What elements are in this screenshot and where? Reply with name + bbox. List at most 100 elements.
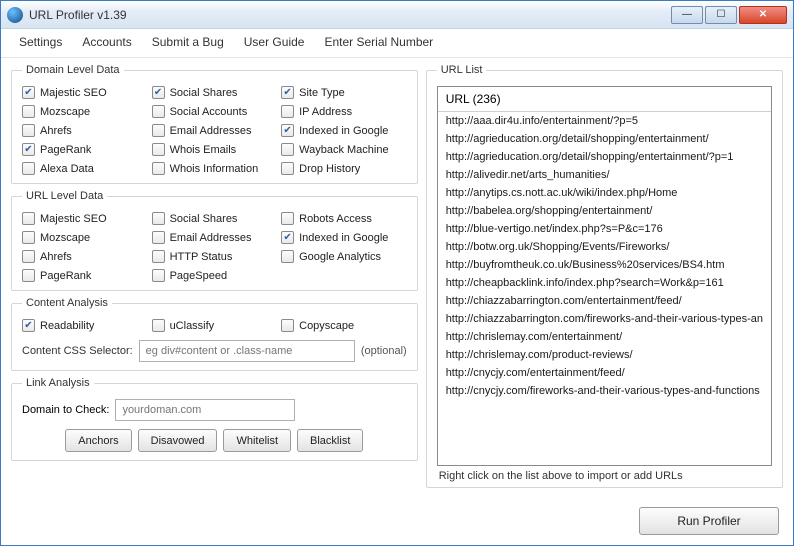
checkbox-label: Majestic SEO [40, 87, 107, 99]
checkbox-label: Social Accounts [170, 106, 248, 118]
url-check-indexed-in-google[interactable]: Indexed in Google [281, 231, 407, 244]
url-list-item[interactable]: http://agrieducation.org/detail/shopping… [438, 148, 771, 166]
url-list-item[interactable]: http://cheapbacklink.info/index.php?sear… [438, 274, 771, 292]
url-list-item[interactable]: http://aaa.dir4u.info/entertainment/?p=5 [438, 112, 771, 130]
url-check-ahrefs[interactable]: Ahrefs [22, 250, 148, 263]
domain-check-social-accounts[interactable]: Social Accounts [152, 105, 278, 118]
url-check-robots-access[interactable]: Robots Access [281, 212, 407, 225]
url-check-mozscape[interactable]: Mozscape [22, 231, 148, 244]
content-check-readability[interactable]: Readability [22, 319, 148, 332]
checkbox-label: Ahrefs [40, 125, 72, 137]
url-list-item[interactable]: http://chrislemay.com/product-reviews/ [438, 346, 771, 364]
checkbox-icon [281, 124, 294, 137]
checkbox-icon [152, 143, 165, 156]
content-analysis-group: Content Analysis Readability uClassify Cop… [11, 297, 418, 371]
content-check-copyscape[interactable]: Copyscape [281, 319, 407, 332]
checkbox-label: Robots Access [299, 213, 372, 225]
url-list-item[interactable]: http://buyfromtheuk.co.uk/Business%20ser… [438, 256, 771, 274]
domain-check-drop-history[interactable]: Drop History [281, 162, 407, 175]
link-analysis-legend: Link Analysis [22, 377, 94, 389]
domain-check-mozscape[interactable]: Mozscape [22, 105, 148, 118]
checkbox-label: PageSpeed [170, 270, 228, 282]
url-list-header[interactable]: URL (236) [438, 87, 771, 112]
domain-check-pagerank[interactable]: PageRank [22, 143, 148, 156]
domain-check-whois-emails[interactable]: Whois Emails [152, 143, 278, 156]
run-profiler-button[interactable]: Run Profiler [639, 507, 779, 535]
checkbox-icon [152, 162, 165, 175]
url-list-item[interactable]: http://cnycjy.com/fireworks-and-their-va… [438, 382, 771, 400]
content-analysis-legend: Content Analysis [22, 297, 112, 309]
checkbox-label: Email Addresses [170, 232, 252, 244]
disavowed-button[interactable]: Disavowed [138, 429, 218, 452]
checkbox-icon [22, 250, 35, 263]
domain-check-majestic-seo[interactable]: Majestic SEO [22, 86, 148, 99]
url-check-http-status[interactable]: HTTP Status [152, 250, 278, 263]
domain-check-ahrefs[interactable]: Ahrefs [22, 124, 148, 137]
minimize-button[interactable]: — [671, 6, 703, 24]
url-list-item[interactable]: http://botw.org.uk/Shopping/Events/Firew… [438, 238, 771, 256]
checkbox-icon [281, 319, 294, 332]
checkbox-label: PageRank [40, 144, 91, 156]
checkbox-label: Email Addresses [170, 125, 252, 137]
checkbox-label: HTTP Status [170, 251, 233, 263]
checkbox-label: Majestic SEO [40, 213, 107, 225]
domain-check-whois-information[interactable]: Whois Information [152, 162, 278, 175]
anchors-button[interactable]: Anchors [65, 429, 131, 452]
url-check-majestic-seo[interactable]: Majestic SEO [22, 212, 148, 225]
blacklist-button[interactable]: Blacklist [297, 429, 363, 452]
whitelist-button[interactable]: Whitelist [223, 429, 291, 452]
checkbox-label: Wayback Machine [299, 144, 388, 156]
url-check-email-addresses[interactable]: Email Addresses [152, 231, 278, 244]
url-list[interactable]: http://aaa.dir4u.info/entertainment/?p=5… [438, 112, 771, 465]
url-list-item[interactable]: http://alivedir.net/arts_humanities/ [438, 166, 771, 184]
url-list-item[interactable]: http://anytips.cs.nott.ac.uk/wiki/index.… [438, 184, 771, 202]
checkbox-icon [281, 105, 294, 118]
checkbox-label: Copyscape [299, 320, 354, 332]
checkbox-icon [22, 162, 35, 175]
domain-check-indexed-in-google[interactable]: Indexed in Google [281, 124, 407, 137]
url-list-hint: Right click on the list above to import … [437, 466, 772, 482]
menu-item-settings[interactable]: Settings [11, 33, 70, 51]
domain-level-legend: Domain Level Data [22, 64, 124, 76]
checkbox-icon [22, 212, 35, 225]
url-list-item[interactable]: http://agrieducation.org/detail/shopping… [438, 130, 771, 148]
menu-item-enter-serial-number[interactable]: Enter Serial Number [316, 33, 441, 51]
url-level-group: URL Level Data Majestic SEOSocial Shares… [11, 190, 418, 291]
domain-check-input[interactable] [115, 399, 295, 421]
url-list-item[interactable]: http://cnycjy.com/entertainment/feed/ [438, 364, 771, 382]
url-check-google-analytics[interactable]: Google Analytics [281, 250, 407, 263]
link-analysis-group: Link Analysis Domain to Check: AnchorsDi… [11, 377, 418, 461]
menu-item-accounts[interactable]: Accounts [74, 33, 139, 51]
checkbox-label: Mozscape [40, 106, 90, 118]
checkbox-label: Google Analytics [299, 251, 381, 263]
url-list-item[interactable]: http://chiazzabarrington.com/fireworks-a… [438, 310, 771, 328]
domain-check-alexa-data[interactable]: Alexa Data [22, 162, 148, 175]
checkbox-label: Mozscape [40, 232, 90, 244]
url-list-item[interactable]: http://blue-vertigo.net/index.php?s=P&c=… [438, 220, 771, 238]
domain-check-wayback-machine[interactable]: Wayback Machine [281, 143, 407, 156]
checkbox-label: PageRank [40, 270, 91, 282]
content-check-uclassify[interactable]: uClassify [152, 319, 278, 332]
domain-check-ip-address[interactable]: IP Address [281, 105, 407, 118]
url-check-social-shares[interactable]: Social Shares [152, 212, 278, 225]
menu-item-user-guide[interactable]: User Guide [236, 33, 313, 51]
domain-check-site-type[interactable]: Site Type [281, 86, 407, 99]
url-list-item[interactable]: http://chrislemay.com/entertainment/ [438, 328, 771, 346]
close-button[interactable]: ✕ [739, 6, 787, 24]
checkbox-label: IP Address [299, 106, 352, 118]
checkbox-label: Drop History [299, 163, 360, 175]
domain-check-email-addresses[interactable]: Email Addresses [152, 124, 278, 137]
domain-check-social-shares[interactable]: Social Shares [152, 86, 278, 99]
domain-level-group: Domain Level Data Majestic SEO Social Sha… [11, 64, 418, 184]
url-check-pagespeed[interactable]: PageSpeed [152, 269, 278, 282]
url-list-item[interactable]: http://chiazzabarrington.com/entertainme… [438, 292, 771, 310]
checkbox-icon [152, 105, 165, 118]
url-list-item[interactable]: http://babelea.org/shopping/entertainmen… [438, 202, 771, 220]
css-selector-label: Content CSS Selector: [22, 345, 133, 357]
css-selector-input[interactable] [139, 340, 355, 362]
maximize-button[interactable]: ☐ [705, 6, 737, 24]
menu-item-submit-a-bug[interactable]: Submit a Bug [144, 33, 232, 51]
url-check-pagerank[interactable]: PageRank [22, 269, 148, 282]
checkbox-label: Indexed in Google [299, 125, 388, 137]
checkbox-icon [22, 231, 35, 244]
